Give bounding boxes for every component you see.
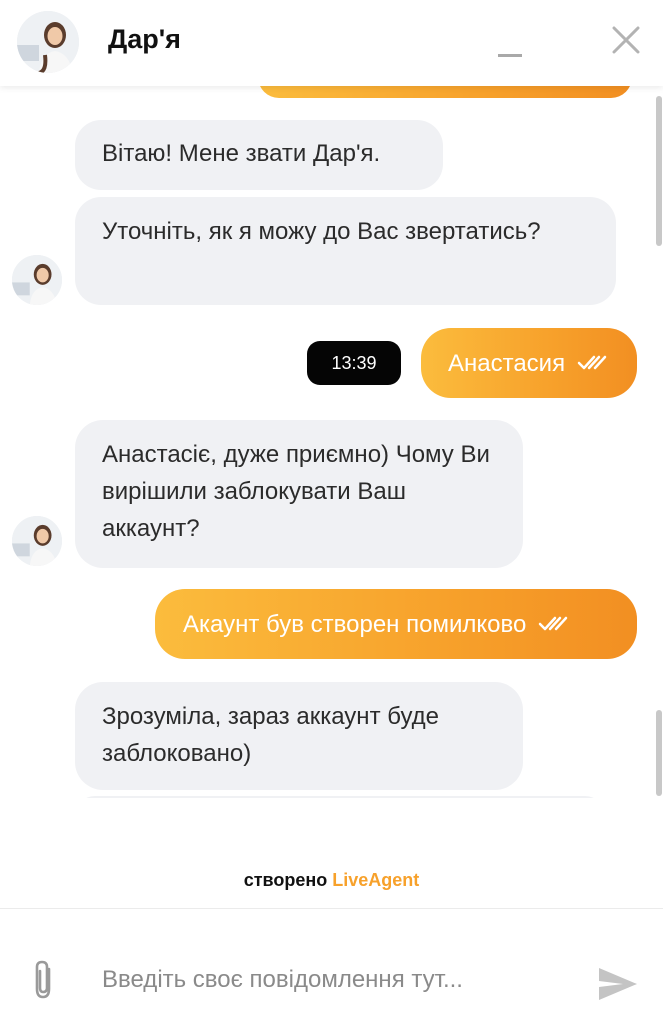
send-icon[interactable] <box>597 966 639 1002</box>
scrollbar-upper[interactable] <box>656 96 662 246</box>
agent-name: Дар'я <box>108 24 181 54</box>
agent-message: Уточніть, як я можу до Вас звертатись? <box>75 197 616 305</box>
close-icon[interactable] <box>610 24 642 56</box>
message-input[interactable] <box>100 959 574 1001</box>
agent-avatar <box>17 11 79 73</box>
read-check-icon <box>577 355 607 370</box>
visitor-message: Анастасия <box>421 328 637 398</box>
previous-visitor-message <box>258 86 632 98</box>
message-time: 13:39 <box>307 341 401 385</box>
message-text: Уточніть, як я можу до Вас звертатись? <box>102 218 541 245</box>
agent-message: Зрозуміла, зараз аккаунт буде заблокован… <box>75 682 523 790</box>
agent-avatar-small <box>12 255 62 305</box>
message-list[interactable]: Вітаю! Мене звати Дар'я. Уточніть, як я … <box>0 86 663 798</box>
powered-brand-link[interactable]: LiveAgent <box>332 870 419 890</box>
agent-message-partial <box>75 796 605 798</box>
message-composer <box>0 908 663 1024</box>
agent-message: Анастасіє, дуже приємно) Чому Ви вирішил… <box>75 420 523 568</box>
agent-message: Вітаю! Мене звати Дар'я. <box>75 120 443 190</box>
message-text: Анастасіє, дуже приємно) Чому Ви вирішил… <box>102 441 490 542</box>
agent-avatar-small <box>12 516 62 566</box>
paperclip-icon[interactable] <box>30 959 58 1001</box>
message-text: Акаунт був створен помилково <box>183 610 527 638</box>
powered-by: створено LiveAgent <box>0 870 663 891</box>
message-text: Зрозуміла, зараз аккаунт буде заблокован… <box>102 703 439 767</box>
powered-prefix: створено <box>243 870 328 890</box>
message-text: Анастасия <box>448 349 566 377</box>
scrollbar-lower[interactable] <box>656 710 662 796</box>
minimize-icon[interactable] <box>498 54 522 57</box>
visitor-message: Акаунт був створен помилково <box>155 589 637 659</box>
chat-header: Дар'я <box>0 0 663 86</box>
read-check-icon <box>539 616 568 631</box>
message-text: Вітаю! Мене звати Дар'я. <box>102 140 381 167</box>
